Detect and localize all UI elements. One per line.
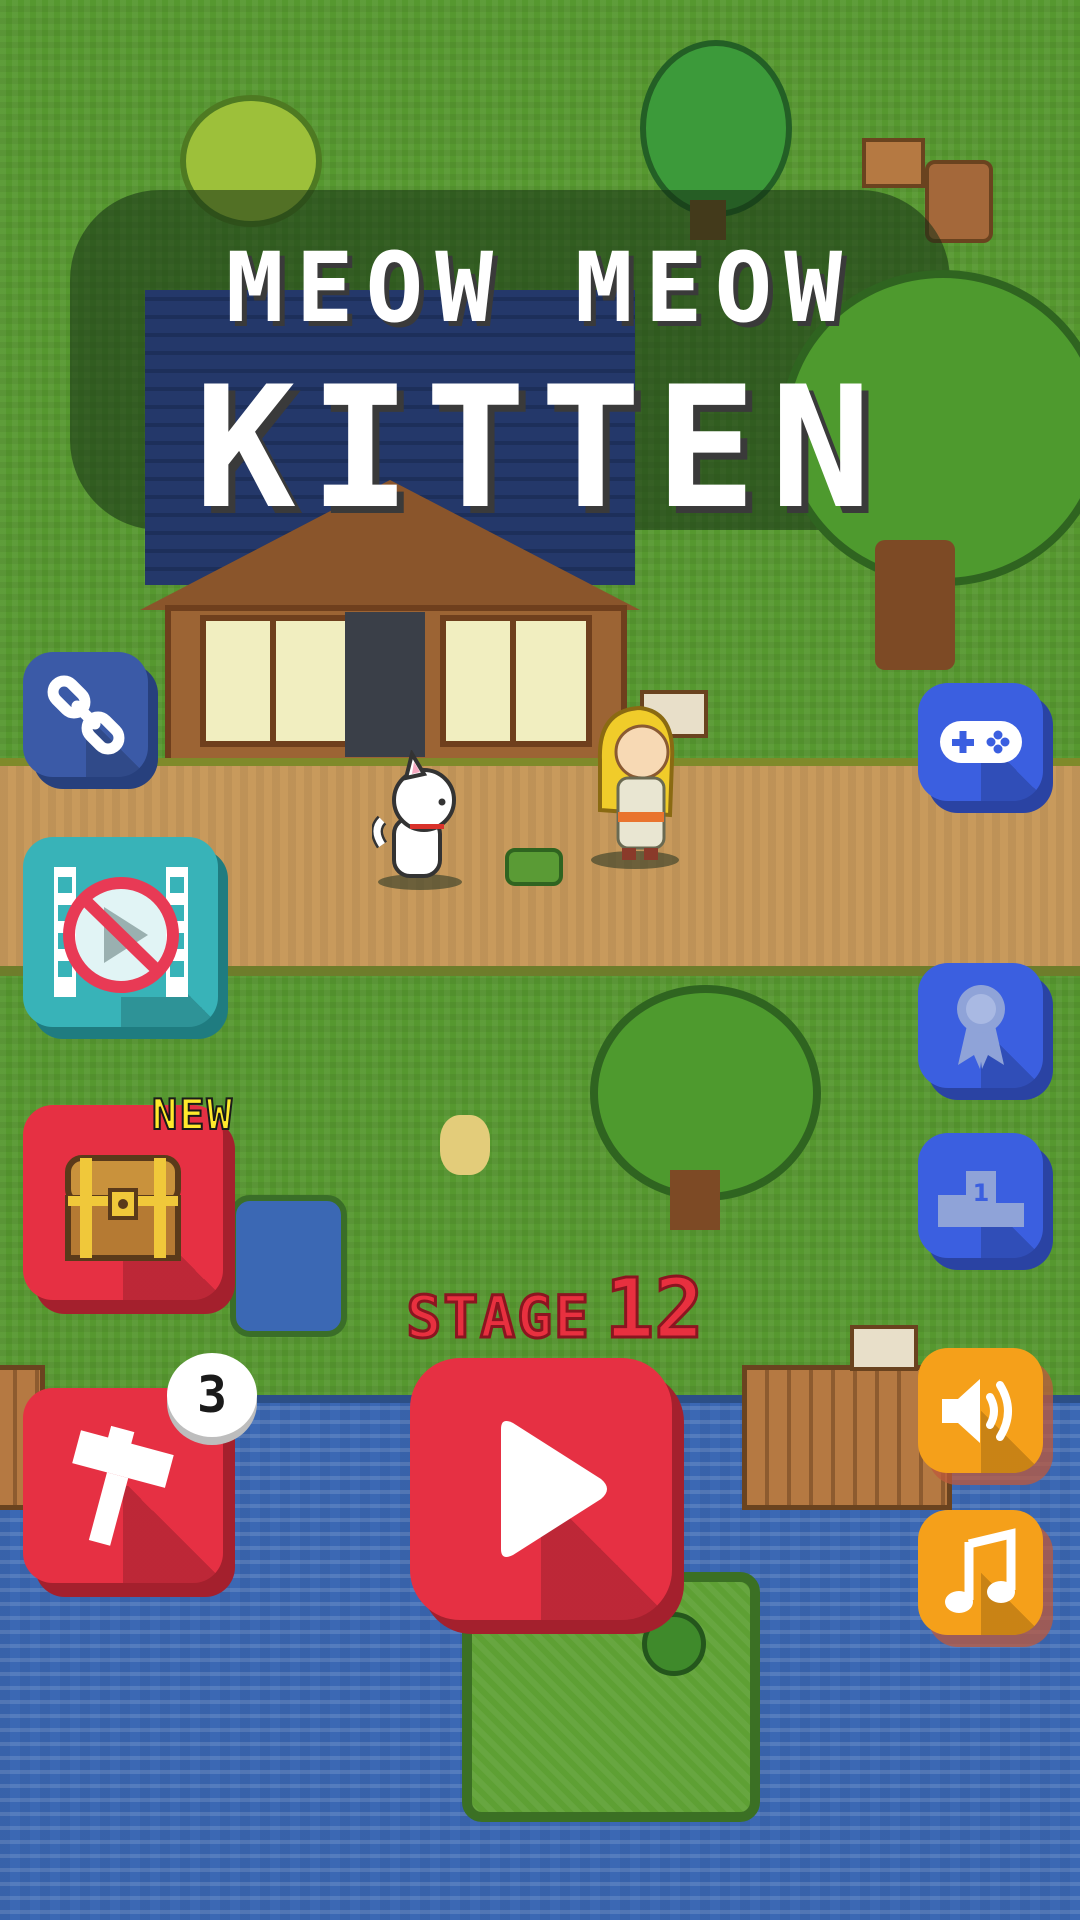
leaderboard-button[interactable]: 1 <box>918 1133 1043 1258</box>
stage-indicator: STAGE 12 <box>370 1261 740 1359</box>
treasure-chest-icon <box>65 1154 181 1261</box>
game-title-line1: MEOW MEOW <box>225 232 855 344</box>
house-door <box>345 612 425 757</box>
new-badge: NEW <box>151 1089 234 1140</box>
play-button[interactable] <box>410 1358 672 1620</box>
sound-toggle-button[interactable] <box>918 1348 1043 1473</box>
game-title-line2: KITTEN <box>194 350 886 546</box>
pond <box>230 1195 347 1337</box>
play-icon <box>501 1421 607 1557</box>
villager-girl <box>591 705 679 869</box>
more-games-button[interactable] <box>918 683 1043 801</box>
speaker-icon <box>941 1378 1012 1443</box>
crate <box>862 138 925 188</box>
stage-label: STAGE <box>405 1282 591 1353</box>
tree-trunk <box>875 540 955 670</box>
no-ads-icon <box>53 867 188 997</box>
house-window <box>270 615 352 747</box>
ribbon-icon <box>956 984 1005 1069</box>
bush <box>505 848 563 886</box>
stage-number: 12 <box>603 1261 705 1359</box>
kitten-character <box>372 750 462 890</box>
hammer-icon <box>72 1425 174 1546</box>
music-toggle-button[interactable] <box>918 1510 1043 1635</box>
tree <box>590 985 821 1201</box>
gamepad-icon <box>939 721 1022 763</box>
achievements-button[interactable] <box>918 963 1043 1088</box>
podium-icon: 1 <box>937 1170 1024 1227</box>
flowers <box>440 1115 490 1175</box>
remove-ads-button[interactable] <box>23 837 218 1027</box>
dock-sign <box>850 1325 918 1371</box>
link-button[interactable] <box>23 652 148 777</box>
link-icon <box>47 675 124 754</box>
tree-trunk <box>670 1170 720 1230</box>
svg-text:1: 1 <box>972 1179 989 1207</box>
music-note-icon <box>944 1527 1015 1613</box>
bush <box>642 1612 706 1676</box>
